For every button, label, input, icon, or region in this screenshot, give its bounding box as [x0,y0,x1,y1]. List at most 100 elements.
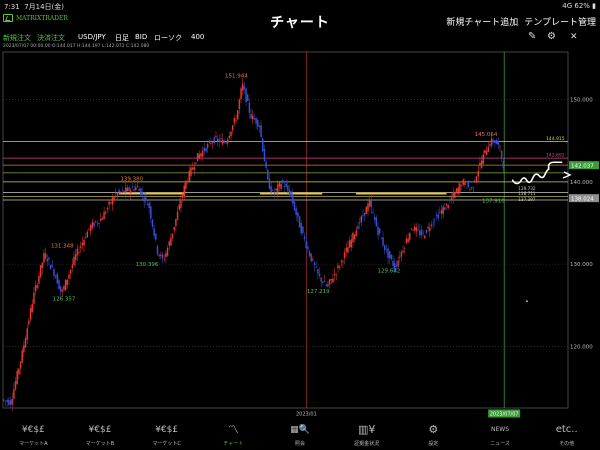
candle-body [460,185,463,187]
candle-body [79,246,82,248]
nav-item-2[interactable]: ¥€$£ マーケットC [137,422,197,447]
candle-body [278,182,281,187]
candle-body [93,222,95,227]
candle-body [38,275,40,284]
candle-body [469,189,471,190]
x-tick-label: 2023/07/07 [490,412,519,418]
candle-body [395,265,398,267]
candle-body [467,182,469,188]
candle-body [246,94,249,102]
candle-body [233,118,236,123]
candle-body [368,200,371,207]
template-manage-button[interactable]: テンプレート管理 [524,15,596,28]
candle-body [387,248,389,258]
period-selector[interactable]: 日足 [115,33,129,43]
candle-body [325,284,327,286]
candle-body [84,237,87,239]
candle-body [495,140,498,145]
add-chart-button[interactable]: 新規チャート追加 [446,15,518,28]
chart-icon: 〽 [227,423,239,436]
candle-body [34,285,37,292]
candle-body [267,169,269,180]
nav-item-5[interactable]: ▥¥ 証拠金状況 [337,422,397,447]
nav-item-0[interactable]: ¥€$£ マーケットA [3,422,63,447]
candle-body [221,139,224,145]
candle-type-selector[interactable]: ローソク [154,33,182,43]
candle-body [338,266,341,268]
candle-body [475,176,478,183]
candle-body [216,138,219,141]
pencil-icon[interactable]: ✎ [528,31,536,42]
nav-item-1[interactable]: ¥€$£ マーケットB [70,422,130,447]
candle-body [133,188,135,191]
candle-body [252,115,254,120]
candle-body [360,216,363,223]
candle-body [445,203,448,206]
candle-body [253,118,256,120]
candle-body [148,202,150,209]
candle-body [91,222,94,228]
nav-item-8[interactable]: etc.. その他 [537,422,597,447]
candle-body [305,241,307,248]
candle-body [33,292,35,304]
settle-order-button[interactable]: 決済注文 [37,33,65,43]
candle-body [342,261,344,263]
candle-body [414,226,416,231]
candle-body [24,338,27,348]
candle-body [16,370,18,385]
nav-item-3[interactable]: 〽チャート [203,422,263,447]
candle-body [108,201,110,205]
candle-body [300,222,302,234]
reference-line-label: 144.915 [546,136,565,142]
candle-body [210,142,212,144]
candle-body [327,284,329,287]
price-annotation: 127.219 [307,289,330,295]
candle-body [238,99,241,110]
candle-body [449,199,451,200]
bid-ask-selector[interactable]: BID [135,33,147,41]
candle-body [465,187,468,189]
candle-body [143,197,145,202]
bar-count-selector[interactable]: 400 [191,33,204,41]
candle-body [131,186,134,188]
chart-svg[interactable]: 150.000 140.000 130.000 120.000 144.915 142.8… [0,50,600,420]
currency-icon: ¥€$£ [155,425,179,435]
candle-body [200,153,202,157]
candle-body [116,192,119,196]
candle-body [388,251,391,259]
candle-body [365,206,368,215]
candle-body [69,269,72,274]
nav-item-7[interactable]: NEWS ニュース [470,422,530,447]
candle-body [287,185,289,191]
candle-body [215,136,217,137]
candle-body [283,185,286,188]
candle-body [285,183,287,187]
new-order-button[interactable]: 新規注文 [3,33,31,43]
currency-icon: ¥€$£ [21,425,45,435]
candle-body [464,181,466,186]
candle-body [211,142,214,144]
candle-body [96,222,99,224]
candle-body [46,259,49,262]
candle-body [313,262,316,266]
candle-body [99,218,102,221]
candle-body [111,197,114,205]
candle-body [126,187,129,192]
currency-icon: ¥€$£ [88,425,112,435]
close-icon[interactable]: ✕ [570,32,578,42]
price-chart[interactable]: 150.000 140.000 130.000 120.000 144.915 142.8… [0,50,600,420]
candle-body [367,203,369,212]
candle-body [400,251,403,257]
candle-body [13,389,15,399]
candle-body [353,234,356,240]
currency-pair-selector[interactable]: USD/JPY [78,33,106,41]
candle-body [235,120,237,121]
candle-body [29,308,32,320]
reference-line-label: 142.892 [546,153,565,159]
candle-body [248,102,251,113]
candle-body [230,131,232,137]
candle-body [36,285,38,288]
nav-item-6[interactable]: ⚙ 設定 [403,422,463,447]
nav-item-4[interactable]: ▦🔍 照会 [270,422,330,447]
gear-icon[interactable]: ⚙ [547,31,556,42]
